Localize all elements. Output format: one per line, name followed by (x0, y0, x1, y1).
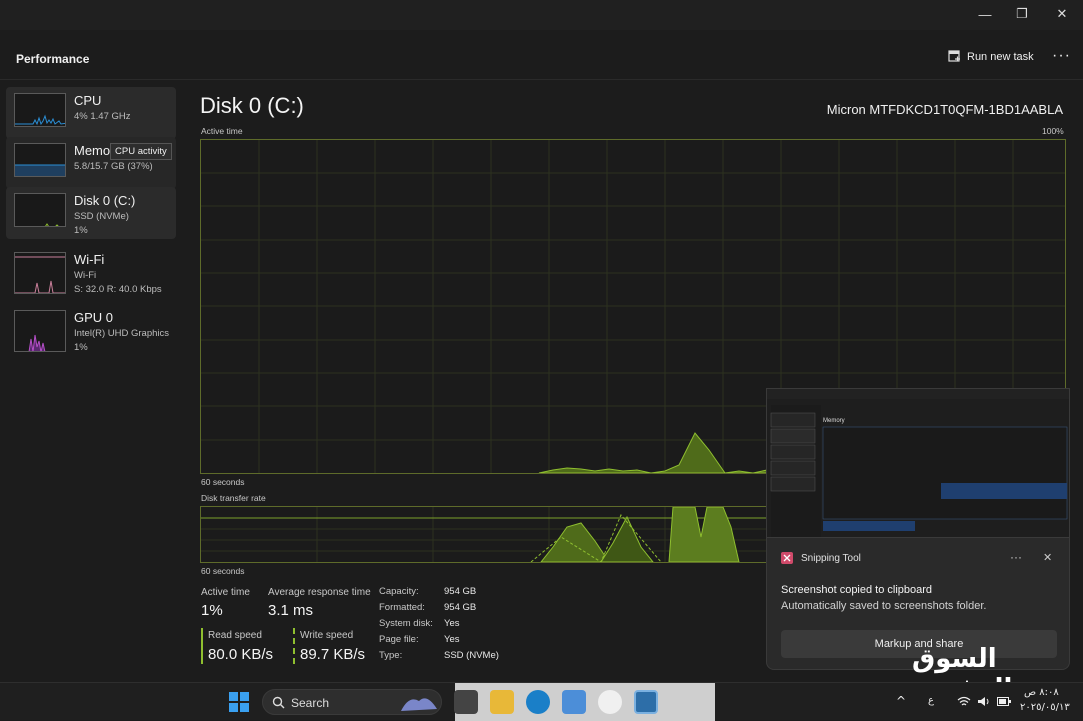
system-disk-value: Yes (444, 618, 460, 629)
run-new-task-button[interactable]: Run new task (948, 50, 1034, 63)
toast-app-name: Snipping Tool (801, 553, 861, 564)
formatted-key: Formatted: (379, 602, 425, 613)
tray-overflow-chevron[interactable]: ^ (896, 694, 906, 708)
run-new-task-label: Run new task (967, 50, 1034, 63)
avg-response-value: 3.1 ms (268, 602, 314, 619)
performance-sidebar: CPU 4% 1.47 GHz Memory 5.8/15.7 GB (37%)… (0, 80, 185, 680)
microsoft-store-icon[interactable] (562, 690, 586, 714)
sidebar-item-detail: Intel(R) UHD Graphics (74, 328, 170, 339)
screenshot-thumbnail-image: Memory (767, 389, 1069, 537)
page-file-value: Yes (444, 634, 460, 645)
seconds-label: 60 seconds (201, 477, 245, 487)
type-value: SSD (NVMe) (444, 650, 499, 661)
title-bar: — ❐ ✕ (0, 0, 1083, 30)
task-manager-icon[interactable] (634, 690, 658, 714)
edge-browser-icon[interactable] (526, 690, 550, 714)
toast-more-button[interactable]: ··· (1010, 550, 1022, 564)
preview-memory-title: Memory (823, 418, 845, 424)
sidebar-item-detail: 5.8/15.7 GB (37%) (74, 161, 153, 172)
close-button[interactable]: ✕ (1040, 0, 1083, 28)
toast-body: Automatically saved to screenshots folde… (781, 600, 987, 612)
sidebar-item-detail-2: 1% (74, 342, 88, 353)
disk-thumbnail-graph (14, 193, 66, 227)
active-time-series (538, 432, 768, 474)
volume-icon[interactable] (977, 696, 991, 707)
clock-date[interactable]: ٢٠٢٥/٠٥/١٣ (1020, 702, 1070, 713)
sidebar-item-name: Disk 0 (C:) (74, 193, 136, 208)
sidebar-item-cpu[interactable]: CPU 4% 1.47 GHz (6, 87, 176, 139)
file-explorer-icon[interactable] (490, 690, 514, 714)
active-time-stat-value: 1% (201, 602, 223, 619)
sidebar-item-detail-2: 1% (74, 225, 88, 236)
sidebar-item-detail: Wi-Fi (74, 270, 97, 281)
page-title: Performance (16, 52, 90, 66)
toast-heading: Screenshot copied to clipboard (781, 584, 933, 596)
write-speed-value: 89.7 KB/s (300, 646, 366, 663)
run-task-icon (948, 50, 960, 62)
toast-close-button[interactable]: ✕ (1043, 551, 1052, 564)
seconds-label-2: 60 seconds (201, 566, 245, 576)
capacity-value: 954 GB (444, 586, 477, 597)
main-title: Disk 0 (C:) (200, 93, 304, 118)
type-key: Type: (379, 650, 403, 661)
sidebar-item-disk0[interactable]: Disk 0 (C:) SSD (NVMe) 1% (6, 187, 176, 239)
sidebar-item-name: CPU (74, 93, 102, 108)
sidebar-item-wifi[interactable]: Wi-Fi Wi-Fi S: 32.0 R: 40.0 Kbps (6, 246, 176, 298)
start-button[interactable] (229, 692, 249, 712)
task-view-icon[interactable] (454, 690, 478, 714)
chrome-icon[interactable] (598, 690, 622, 714)
clock-time[interactable]: ٨:٠٨ ص (1024, 687, 1059, 698)
memory-thumbnail-graph (14, 143, 66, 177)
write-series-b (668, 506, 740, 563)
read-speed-value: 80.0 KB/s (208, 646, 274, 663)
language-indicator[interactable]: ع (928, 695, 934, 706)
sidebar-item-name: GPU 0 (74, 310, 114, 325)
search-label: Search (291, 696, 330, 710)
sidebar-item-name: Wi-Fi (74, 252, 105, 267)
sidebar-item-detail-2: S: 32.0 R: 40.0 Kbps (74, 284, 162, 295)
cpu-activity-tooltip: CPU activity (110, 143, 172, 160)
cpu-thumbnail-graph (14, 93, 66, 127)
search-icon (272, 696, 285, 709)
page-header: Performance Run new task ··· (0, 38, 1083, 80)
active-time-stat-label: Active time (201, 587, 250, 598)
maximize-button[interactable]: ❐ (1000, 0, 1044, 28)
read-speed-label: Read speed (208, 630, 262, 641)
taskbar-search[interactable]: Search (262, 689, 442, 715)
page-file-key: Page file: (379, 634, 419, 645)
wifi-thumbnail-graph (14, 252, 66, 294)
snipping-tool-icon (781, 552, 793, 564)
windows-logo-icon (229, 692, 249, 712)
avg-response-label: Average response time (268, 587, 371, 598)
screenshot-preview[interactable]: Memory (766, 388, 1070, 538)
sidebar-item-detail: SSD (NVMe) (74, 211, 129, 222)
active-time-graph-label: Active time (201, 126, 243, 136)
formatted-value: 954 GB (444, 602, 477, 613)
battery-icon[interactable] (997, 697, 1011, 706)
write-speed-indicator (293, 628, 295, 664)
write-speed-label: Write speed (300, 630, 354, 641)
system-disk-key: System disk: (379, 618, 433, 629)
taskbar: Search ^ ع ٨:٠٨ ص ٢٠٢٥/٠٥/١٣ (0, 682, 1083, 721)
more-options-button[interactable]: ··· (1052, 47, 1071, 65)
disk-model: Micron MTFDKCD1T0QFM-1BD1AABLA (826, 102, 1063, 117)
wifi-icon[interactable] (957, 696, 971, 707)
gpu-thumbnail-graph (14, 310, 66, 352)
search-highlight-icon (401, 698, 437, 711)
read-speed-indicator (201, 628, 203, 664)
sidebar-item-detail: 4% 1.47 GHz (74, 111, 131, 122)
capacity-key: Capacity: (379, 586, 419, 597)
transfer-rate-label: Disk transfer rate (201, 493, 266, 503)
active-time-max-label: 100% (1042, 126, 1064, 136)
sidebar-item-gpu0[interactable]: GPU 0 Intel(R) UHD Graphics 1% (6, 304, 176, 356)
